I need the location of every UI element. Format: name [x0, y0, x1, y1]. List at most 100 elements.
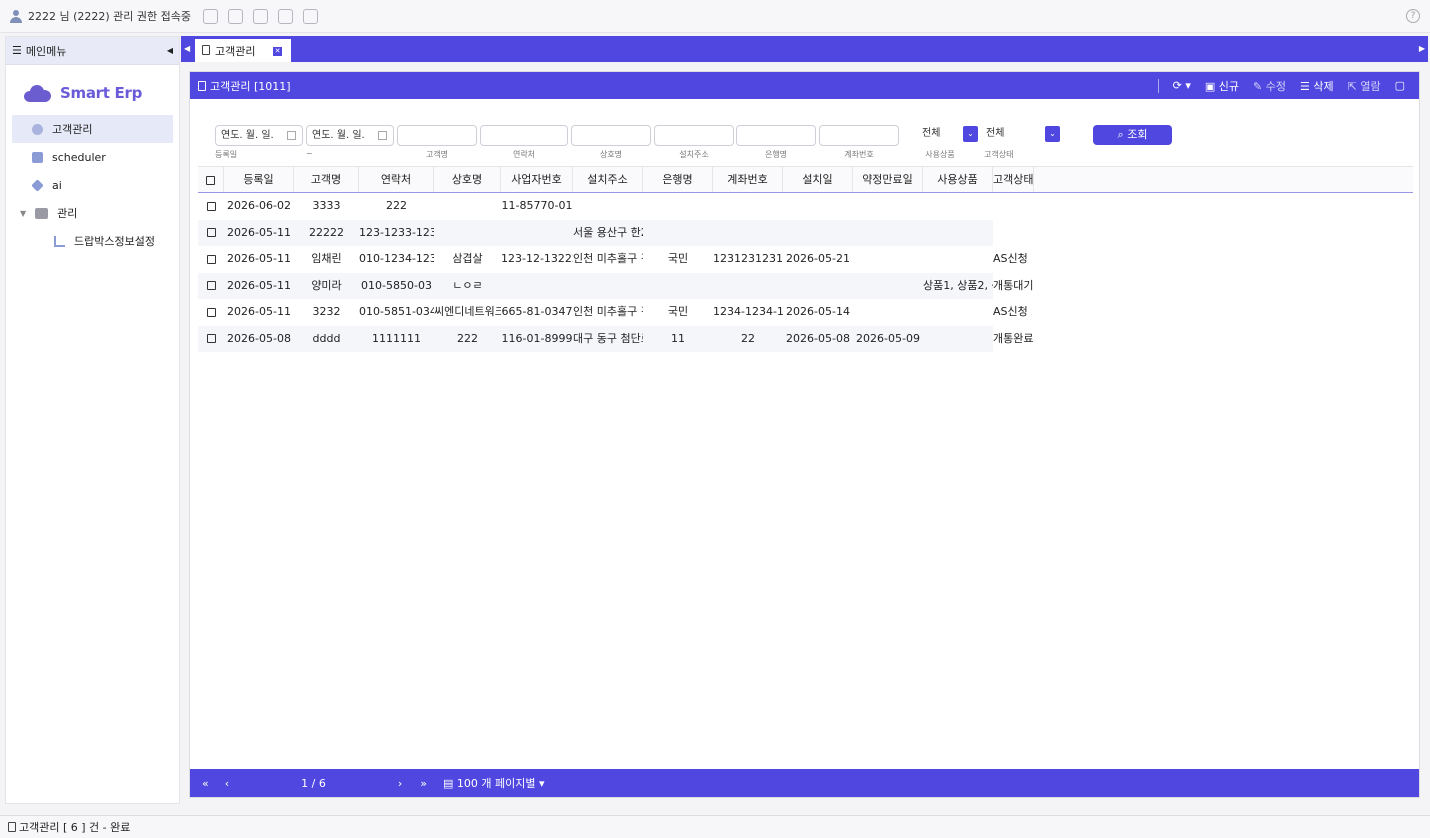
row-checkbox[interactable]: [198, 299, 224, 326]
delete-button[interactable]: ☰ 삭제: [1300, 78, 1334, 94]
logo-text: Smart Erp: [60, 84, 143, 102]
reg-date-from-input[interactable]: 연도. 월. 일.: [215, 125, 303, 146]
column-header[interactable]: 사용상품: [923, 167, 993, 192]
last-page-icon[interactable]: »: [420, 777, 427, 790]
row-checkbox[interactable]: [198, 326, 224, 353]
bank-label: 은행명: [764, 150, 788, 159]
sidebar-item-customer[interactable]: 고객관리: [12, 115, 173, 143]
prev-page-icon[interactable]: ‹: [225, 777, 229, 790]
table-cell: 22222: [309, 225, 344, 239]
table-row[interactable]: 2026-05-11 3232 010-5851-034 씨엔디네트워크 665-81-…: [198, 299, 1028, 326]
open-button[interactable]: ⇱ 열람: [1348, 78, 1381, 94]
edit-button[interactable]: ✎ 수정: [1253, 78, 1286, 94]
table-cell: 2026-05-09: [856, 331, 920, 345]
first-page-icon[interactable]: «: [202, 777, 209, 790]
table-cell: 양미라: [311, 278, 342, 292]
account-input[interactable]: [819, 125, 899, 146]
column-header[interactable]: 설치주소: [573, 167, 643, 192]
column-header[interactable]: 상호명: [434, 167, 501, 192]
column-header[interactable]: 계좌번호: [713, 167, 783, 192]
page-size-select[interactable]: ▤ 100 개 페이지별 ▾: [443, 775, 545, 791]
reg-date-to-input[interactable]: 연도. 월. 일.: [306, 125, 394, 146]
tab-label: 고객관리: [215, 44, 256, 58]
table-cell: 국민: [667, 305, 689, 318]
bank-input[interactable]: [736, 125, 816, 146]
prev-icon[interactable]: [228, 8, 244, 24]
new-button[interactable]: ▣ 신규: [1205, 78, 1239, 94]
next-icon[interactable]: [278, 8, 294, 24]
table-cell: [923, 220, 993, 247]
row-checkbox[interactable]: [198, 193, 224, 220]
column-header[interactable]: 등록일: [224, 167, 294, 192]
settings-sliders-icon[interactable]: [303, 8, 319, 24]
sidebar-item-dropbox-settings[interactable]: 드랍박스정보설정: [12, 227, 173, 255]
tab-scroll-right-icon[interactable]: ▶: [1419, 44, 1425, 53]
panel-header: 고객관리 [1011] ⟳ ▾ ▣ 신규 ✎ 수정 ☰ 삭제 ⇱ 열람 ▢: [190, 72, 1419, 99]
column-header[interactable]: 고객명: [294, 167, 359, 192]
table-cell: [573, 273, 643, 300]
chart-icon: [54, 235, 65, 247]
table-row[interactable]: 2026-05-11 22222 123-1233-123 서울 용산구 한2: [198, 219, 993, 247]
column-header[interactable]: 설치일: [783, 167, 853, 192]
contact-input[interactable]: [480, 125, 568, 146]
table-cell: 22: [741, 331, 755, 345]
table-cell: [434, 193, 501, 220]
table-row[interactable]: 2026-05-08 dddd 1111111 222 116-01-8999 대구 동구…: [198, 325, 1033, 353]
table-cell: 2026-05-08: [786, 331, 850, 345]
collapse-icon[interactable]: ◀: [167, 46, 173, 55]
table-cell: [501, 220, 573, 247]
column-header[interactable]: 은행명: [643, 167, 713, 192]
tab-customer[interactable]: 고객관리 ✕: [195, 39, 291, 62]
sidebar-item-label: 관리: [57, 207, 78, 220]
table-row[interactable]: 2026-05-11 양미라 010-5850-03 ㄴㅇㄹ 상품1, 상품2, 상개통…: [198, 272, 1033, 300]
customer-name-input[interactable]: [397, 125, 477, 146]
expand-icon[interactable]: ▼: [20, 209, 26, 218]
table-cell: [923, 246, 993, 273]
select-all-checkbox[interactable]: [198, 167, 224, 192]
table-cell: 010-5851-034: [359, 305, 434, 318]
column-header[interactable]: 사업자번호: [501, 167, 573, 192]
sidebar-item-label: 드랍박스정보설정: [74, 235, 155, 248]
help-icon[interactable]: ?: [1406, 9, 1420, 23]
column-header[interactable]: 약정만료일: [853, 167, 923, 192]
table-cell: 국민: [667, 252, 689, 265]
chevron-down-icon[interactable]: ⌄: [1045, 126, 1060, 142]
product-select[interactable]: 전체 ⌄: [902, 125, 978, 144]
company-input[interactable]: [571, 125, 651, 146]
contact-filter: 연락처: [480, 125, 568, 160]
table-row[interactable]: 2026-05-11 임채린 010-1234-123 삼겹살 123-12-13222…: [198, 246, 1028, 273]
row-checkbox[interactable]: [198, 220, 224, 247]
user-icon: [10, 9, 22, 23]
refresh-icon[interactable]: ⟳ ▾: [1173, 79, 1191, 92]
status-select[interactable]: 전체 ⌄: [984, 125, 1060, 144]
table-row[interactable]: 2026-06-02 3333 222 11-85770-01: [198, 193, 993, 220]
sidebar-item-admin[interactable]: ▼ 관리: [12, 199, 173, 227]
panel-title: 고객관리 [1011]: [210, 79, 291, 93]
column-header[interactable]: 연락처: [359, 167, 434, 192]
sidebar-menu: 고객관리 scheduler ai ▼ 관리 드랍박스정보설정: [6, 115, 179, 255]
column-header[interactable]: 고객상태: [993, 167, 1035, 192]
table-cell: [853, 246, 923, 273]
row-checkbox[interactable]: [198, 246, 224, 273]
calendar-icon: [378, 131, 387, 140]
table-cell: 2026-05-14: [786, 305, 850, 318]
chevron-down-icon[interactable]: ⌄: [963, 126, 978, 142]
sidebar-item-scheduler[interactable]: scheduler: [12, 143, 173, 171]
top-bar: 2222 님 (2222) 관리 권한 접속중 ?: [0, 0, 1430, 33]
menu-icon[interactable]: ☰: [12, 44, 22, 57]
next-page-icon[interactable]: ›: [398, 777, 402, 790]
search-button[interactable]: ⌕ 조회: [1093, 125, 1172, 145]
table-cell: 2026-05-11: [227, 252, 291, 265]
logout-icon[interactable]: [203, 8, 219, 24]
close-icon[interactable]: ✕: [273, 47, 282, 56]
table-cell: [783, 193, 853, 220]
table-cell: 222: [386, 199, 407, 212]
sidebar-item-ai[interactable]: ai: [12, 171, 173, 199]
divider: [1157, 78, 1159, 93]
address-input[interactable]: [654, 125, 734, 146]
expand-panel-icon[interactable]: ▢: [1395, 79, 1405, 92]
row-checkbox[interactable]: [198, 273, 224, 300]
fit-icon[interactable]: [253, 8, 269, 24]
table-cell: 2026-05-11: [227, 278, 291, 292]
tab-scroll-left-icon[interactable]: ◀: [184, 44, 190, 53]
